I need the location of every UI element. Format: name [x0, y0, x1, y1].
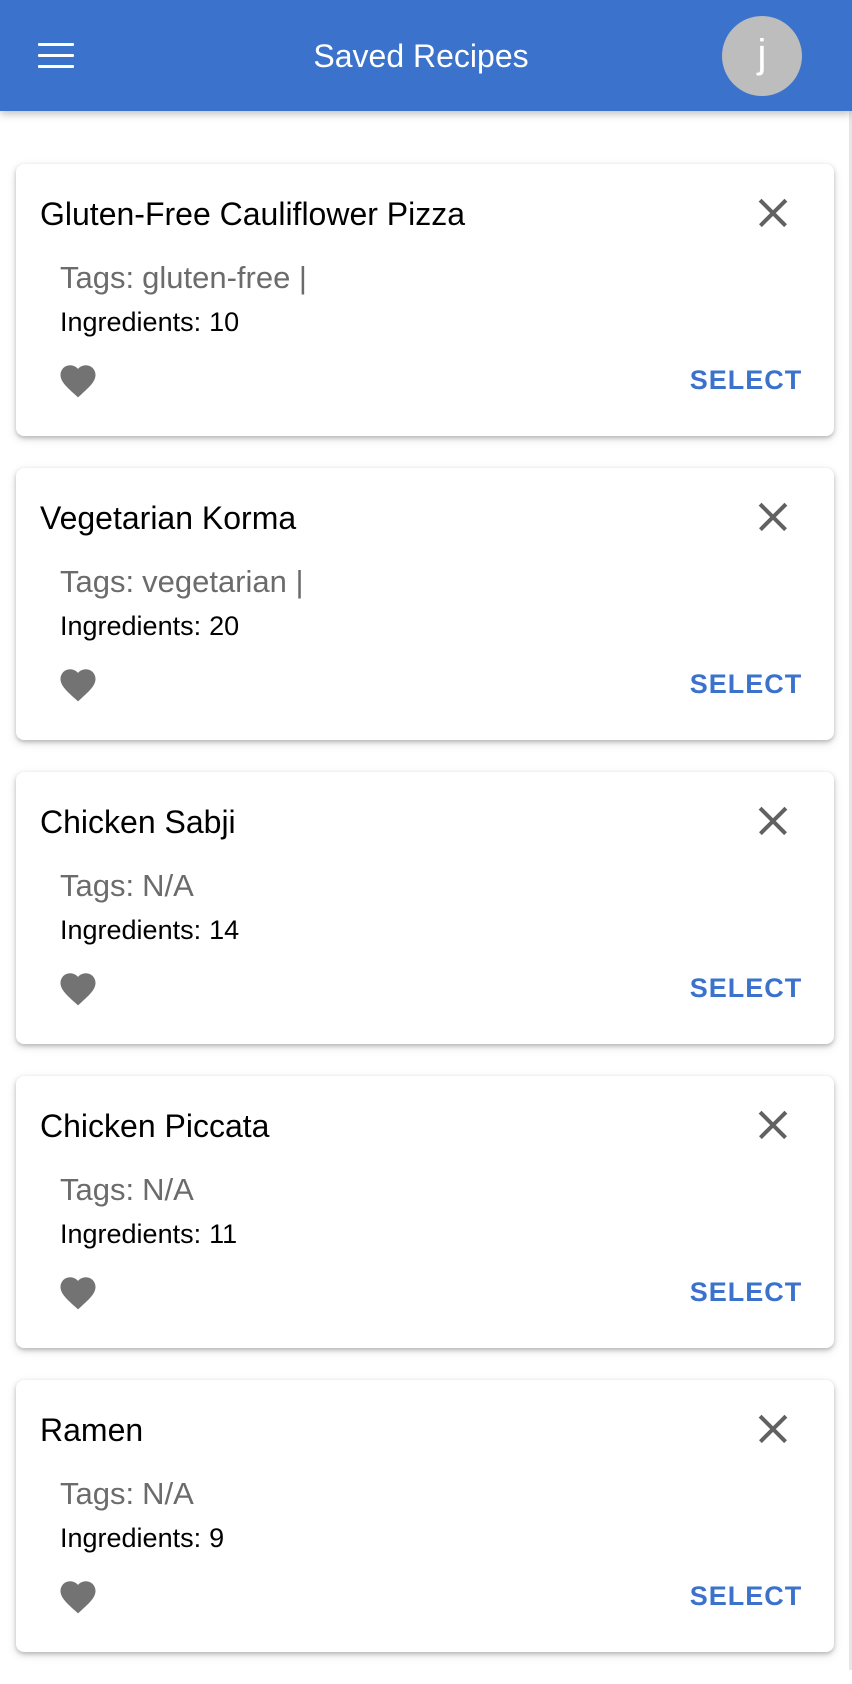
favorite-button[interactable] [56, 1272, 100, 1314]
ingredients-count: 11 [209, 1219, 238, 1249]
favorite-button[interactable] [56, 664, 100, 706]
heart-icon [60, 365, 96, 398]
favorite-button[interactable] [56, 1576, 100, 1618]
recipe-tags: Tags: gluten-free | [60, 260, 307, 296]
recipe-ingredients: Ingredients: 20 [60, 610, 239, 642]
heart-icon [60, 1581, 96, 1614]
favorite-button[interactable] [56, 360, 100, 402]
tags-label: Tags: [60, 1476, 135, 1511]
select-button[interactable]: SELECT [676, 360, 816, 400]
ingredients-label: Ingredients: [60, 611, 202, 641]
recipe-card: Chicken Sabji Tags: N/A Ingredients: 14 SE… [16, 772, 834, 1044]
remove-recipe-button[interactable] [754, 498, 792, 536]
ingredients-label: Ingredients: [60, 307, 202, 337]
ingredients-count: 14 [209, 915, 240, 945]
ingredients-count: 20 [209, 611, 240, 641]
ingredients-count: 9 [209, 1523, 225, 1553]
tags-value: gluten-free | [142, 260, 307, 295]
recipe-title: Chicken Sabji [40, 804, 236, 840]
tags-label: Tags: [60, 564, 135, 599]
recipe-title: Gluten-Free Cauliflower Pizza [40, 196, 466, 232]
remove-recipe-button[interactable] [754, 1410, 792, 1448]
select-button[interactable]: SELECT [676, 1576, 816, 1616]
heart-icon [60, 669, 96, 702]
tags-label: Tags: [60, 868, 135, 903]
recipe-tags: Tags: N/A [60, 1172, 194, 1208]
recipe-tags: Tags: vegetarian | [60, 564, 304, 600]
ingredients-label: Ingredients: [60, 1523, 202, 1553]
recipe-tags: Tags: N/A [60, 868, 194, 904]
remove-recipe-button[interactable] [754, 802, 792, 840]
recipe-card: Chicken Piccata Tags: N/A Ingredients: 11 … [16, 1076, 834, 1348]
recipe-title: Chicken Piccata [40, 1108, 270, 1144]
heart-icon [60, 1277, 96, 1310]
remove-recipe-button[interactable] [754, 194, 792, 232]
recipe-title: Vegetarian Korma [40, 500, 297, 536]
tags-label: Tags: [60, 1172, 135, 1207]
remove-recipe-button[interactable] [754, 1106, 792, 1144]
app-bar: Saved Recipes j [0, 0, 852, 111]
tags-label: Tags: [60, 260, 135, 295]
recipe-ingredients: Ingredients: 14 [60, 914, 239, 946]
select-button[interactable]: SELECT [676, 1272, 816, 1312]
recipe-title: Ramen [40, 1412, 144, 1448]
heart-icon [60, 973, 96, 1006]
ingredients-count: 10 [209, 307, 240, 337]
ingredients-label: Ingredients: [60, 1219, 202, 1249]
recipe-ingredients: Ingredients: 11 [60, 1218, 237, 1250]
favorite-button[interactable] [56, 968, 100, 1010]
select-button[interactable]: SELECT [676, 968, 816, 1008]
page: Saved Recipes j Gluten-Free Cauliflower … [0, 0, 852, 1670]
ingredients-label: Ingredients: [60, 915, 202, 945]
page-title: Saved Recipes [313, 38, 529, 74]
recipe-ingredients: Ingredients: 9 [60, 1522, 224, 1554]
select-button[interactable]: SELECT [676, 664, 816, 704]
recipe-card: Ramen Tags: N/A Ingredients: 9 SELECT [16, 1380, 834, 1652]
recipe-ingredients: Ingredients: 10 [60, 306, 239, 338]
avatar[interactable]: j [722, 16, 802, 96]
tags-value: N/A [142, 1476, 194, 1511]
tags-value: N/A [142, 868, 194, 903]
tags-value: vegetarian | [142, 564, 304, 599]
recipe-tags: Tags: N/A [60, 1476, 194, 1512]
recipe-card: Gluten-Free Cauliflower Pizza Tags: glute… [16, 164, 834, 436]
tags-value: N/A [142, 1172, 194, 1207]
recipe-list: Gluten-Free Cauliflower Pizza Tags: glute… [16, 164, 834, 1684]
recipe-card: Vegetarian Korma Tags: vegetarian | Ingre… [16, 468, 834, 740]
